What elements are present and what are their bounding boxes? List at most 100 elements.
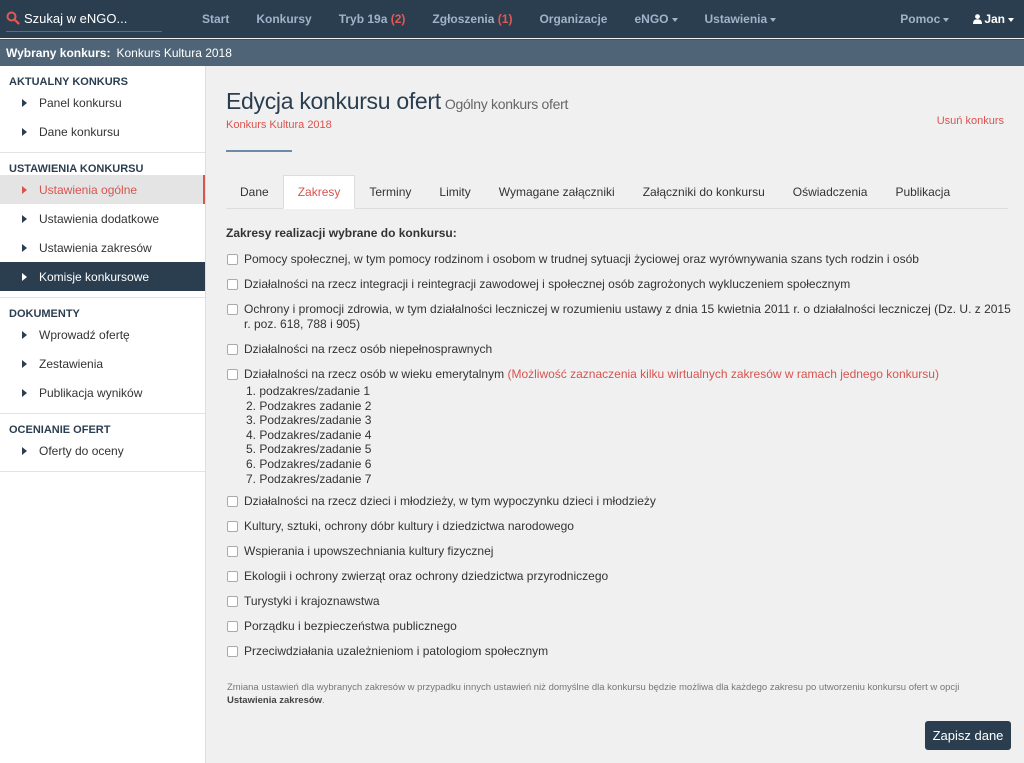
scope-item[interactable]: Działalności na rzecz osób niepełnospraw… bbox=[227, 342, 1017, 357]
subtask-item: 4. Podzakres/zadanie 4 bbox=[246, 427, 372, 442]
help-label: Pomoc bbox=[900, 12, 941, 26]
sidebar-item-oferty-do-oceny[interactable]: Oferty do oceny bbox=[0, 436, 205, 465]
caret-right-icon bbox=[22, 330, 27, 339]
sidebar-section-title: AKTUALNY KONKURS bbox=[9, 76, 128, 88]
sidebar-section-title: USTAWIENIA KONKURSU bbox=[9, 163, 144, 175]
scope-label: Przeciwdziałania uzależnieniom i patolog… bbox=[244, 644, 549, 659]
footnote-link: Ustawienia zakresów bbox=[227, 695, 323, 706]
scope-checkbox[interactable] bbox=[227, 646, 238, 658]
sidebar-item-label: Ustawienia dodatkowe bbox=[39, 211, 160, 226]
sidebar-item-label: Ustawienia ogólne bbox=[39, 182, 138, 197]
scope-item[interactable]: Kultury, sztuki, ochrony dóbr kultury i … bbox=[227, 519, 1017, 534]
nav-engo-dropdown[interactable]: eNGO bbox=[634, 12, 678, 26]
sidebar-item-label: Wprowadź ofertę bbox=[39, 327, 130, 342]
caret-right-icon bbox=[22, 272, 27, 281]
subtask-item: 7. Podzakres/zadanie 7 bbox=[246, 471, 372, 486]
sidebar-divider bbox=[0, 471, 205, 472]
nav-count-badge: (2) bbox=[390, 12, 406, 26]
scope-label: Porządku i bezpieczeństwa publicznego bbox=[244, 619, 457, 634]
help-dropdown[interactable]: Pomoc bbox=[900, 12, 950, 26]
scopes-section-label: Zakresy realizacji wybrane do konkursu: bbox=[226, 226, 457, 240]
tab-publikacja[interactable]: Publikacja bbox=[881, 175, 964, 208]
nav-label: eNGO bbox=[634, 12, 669, 26]
nav-ustawienia-dropdown[interactable]: Ustawienia bbox=[705, 12, 777, 26]
tab-dane[interactable]: Dane bbox=[226, 175, 283, 208]
scope-checkbox[interactable] bbox=[227, 344, 238, 355]
search-icon bbox=[6, 11, 20, 25]
scope-checkbox[interactable] bbox=[227, 496, 238, 508]
tab-limity[interactable]: Limity bbox=[425, 175, 484, 208]
scope-label: Działalności na rzecz osób niepełnospraw… bbox=[244, 342, 493, 356]
tab-zakresy[interactable]: Zakresy bbox=[282, 175, 356, 209]
scope-checkbox[interactable] bbox=[227, 304, 238, 315]
delete-contest-link[interactable]: Usuń konkurs bbox=[937, 115, 1004, 127]
sidebar-item-wprowadz-oferte[interactable]: Wprowadź ofertę bbox=[0, 320, 205, 349]
scope-checkbox[interactable] bbox=[227, 571, 238, 583]
scope-checkbox[interactable] bbox=[227, 521, 238, 533]
nav-label: Start bbox=[202, 12, 230, 26]
search-box[interactable]: Szukaj w eNGO... bbox=[6, 5, 162, 32]
nav-zgloszenia[interactable]: Zgłoszenia (1) bbox=[432, 12, 512, 26]
nav-count-badge: (1) bbox=[497, 12, 513, 26]
tab-oswiadczenia[interactable]: Oświadczenia bbox=[779, 175, 882, 208]
scope-item[interactable]: Działalności na rzecz integracji i reint… bbox=[227, 277, 1017, 292]
scope-checkbox[interactable] bbox=[227, 621, 238, 633]
scope-item[interactable]: Ochrony i promocji zdrowia, w tym działa… bbox=[227, 302, 1017, 332]
sidebar-item-ustawienia-ogolne[interactable]: Ustawienia ogólne bbox=[0, 175, 205, 204]
scope-checkbox[interactable] bbox=[227, 279, 238, 290]
caret-right-icon bbox=[22, 185, 27, 194]
tab-zalaczniki-do-konkursu[interactable]: Załączniki do konkursu bbox=[629, 175, 779, 208]
scope-checkbox[interactable] bbox=[227, 369, 238, 380]
scope-checkbox[interactable] bbox=[227, 254, 238, 265]
top-navbar: Szukaj w eNGO... Start Konkursy Tryb 19a… bbox=[0, 0, 1024, 38]
scope-label: Działalności na rzecz integracji i reint… bbox=[244, 277, 851, 291]
sidebar-item-label: Dane konkursu bbox=[39, 124, 120, 139]
scope-item[interactable]: Ekologii i ochrony zwierząt oraz ochrony… bbox=[227, 569, 1017, 584]
contest-bar-value: Konkurs Kultura 2018 bbox=[116, 46, 232, 60]
main-content: Edycja konkursu ofert Ogólny konkurs ofer… bbox=[207, 66, 1024, 763]
save-button[interactable]: Zapisz dane bbox=[925, 721, 1011, 750]
chevron-down-icon bbox=[1008, 17, 1014, 22]
scope-checklist: Pomocy społecznej, w tym pomocy rodzinom… bbox=[227, 248, 1017, 659]
chevron-down-icon bbox=[770, 17, 777, 22]
subtask-item: 1. podzakres/zadanie 1 bbox=[246, 384, 371, 398]
subtask-item: 2. Podzakres zadanie 2 bbox=[246, 398, 372, 413]
scope-checkbox[interactable] bbox=[227, 596, 238, 608]
scope-label: Kultury, sztuki, ochrony dóbr kultury i … bbox=[244, 519, 574, 534]
scope-item[interactable]: Turystyki i krajoznawstwa bbox=[227, 594, 1017, 609]
sidebar-item-publikacja-wynikow[interactable]: Publikacja wyników bbox=[0, 378, 205, 407]
scope-item[interactable]: Pomocy społecznej, w tym pomocy rodzinom… bbox=[227, 252, 1017, 267]
scope-item[interactable]: Przeciwdziałania uzależnieniom i patolog… bbox=[227, 644, 1017, 659]
scope-checkbox[interactable] bbox=[227, 546, 238, 558]
scope-note: (Możliwość zaznaczenia kilku wirtualnych… bbox=[507, 367, 939, 381]
sidebar-item-zestawienia[interactable]: Zestawienia bbox=[0, 349, 205, 378]
tab-terminy[interactable]: Terminy bbox=[355, 175, 425, 208]
sidebar-item-komisje-konkursowe[interactable]: Komisje konkursowe bbox=[0, 262, 205, 291]
scope-item[interactable]: Porządku i bezpieczeństwa publicznego bbox=[227, 619, 1017, 634]
nav-konkursy[interactable]: Konkursy bbox=[256, 12, 311, 26]
nav-start[interactable]: Start bbox=[202, 12, 229, 26]
selected-contest-bar: Wybrany konkurs: Konkurs Kultura 2018 bbox=[0, 39, 1024, 66]
sidebar-item-dane-konkursu[interactable]: Dane konkursu bbox=[0, 117, 205, 146]
user-name: Jan bbox=[984, 12, 1005, 26]
nav-label: Tryb 19a bbox=[338, 12, 388, 26]
tab-wymagane-zalaczniki[interactable]: Wymagane załączniki bbox=[485, 175, 629, 208]
footnote-text: Zmiana ustawień dla wybranych zakresów w… bbox=[227, 682, 960, 693]
nav-organizacje[interactable]: Organizacje bbox=[539, 12, 607, 26]
nav-tryb19a[interactable]: Tryb 19a (2) bbox=[339, 12, 406, 26]
scope-item[interactable]: Działalności na rzecz osób w wieku emery… bbox=[227, 367, 1017, 382]
nav-label: Ustawienia bbox=[704, 12, 768, 26]
nav-label: Zgłoszenia bbox=[432, 12, 495, 26]
user-menu[interactable]: Jan bbox=[973, 12, 1014, 26]
scope-label: Ekologii i ochrony zwierząt oraz ochrony… bbox=[244, 569, 609, 584]
page-title-text: Edycja konkursu ofert bbox=[226, 88, 441, 114]
page-title: Edycja konkursu ofert Ogólny konkurs ofer… bbox=[226, 88, 568, 115]
subtask-item: 6. Podzakres/zadanie 6 bbox=[246, 456, 372, 471]
scope-item[interactable]: Wspierania i upowszechniania kultury fiz… bbox=[227, 544, 1017, 559]
sidebar-item-ustawienia-dodatkowe[interactable]: Ustawienia dodatkowe bbox=[0, 204, 205, 233]
subtask-item: 5. Podzakres/zadanie 5 bbox=[246, 442, 372, 457]
sidebar-item-ustawienia-zakresow[interactable]: Ustawienia zakresów bbox=[0, 233, 205, 262]
scope-item[interactable]: Działalności na rzecz dzieci i młodzieży… bbox=[227, 494, 1017, 509]
contest-name-link[interactable]: Konkurs Kultura 2018 bbox=[226, 119, 332, 131]
sidebar-item-panel-konkursu[interactable]: Panel konkursu bbox=[0, 88, 205, 117]
